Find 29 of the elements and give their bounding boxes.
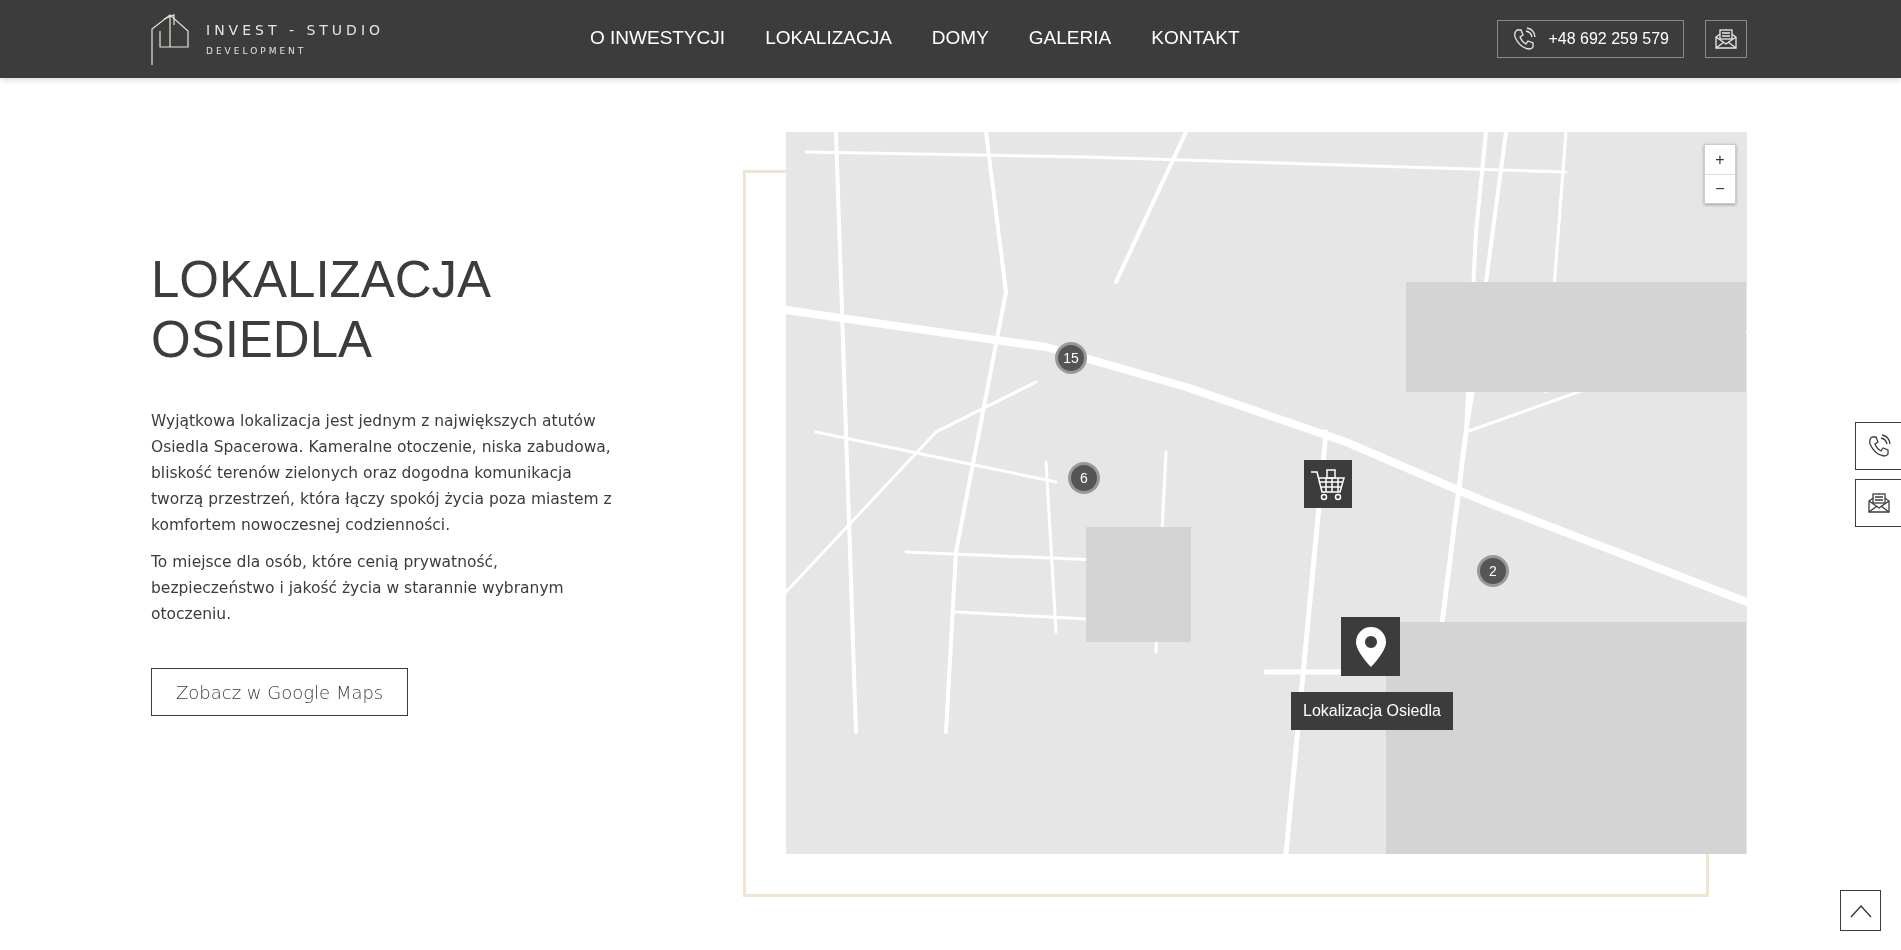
nav-link[interactable]: DOMY — [931, 27, 989, 51]
mail-button[interactable] — [1705, 20, 1747, 58]
phone-button[interactable]: +48 692 259 579 — [1497, 20, 1684, 58]
nav-link[interactable]: KONTAKT — [1151, 27, 1240, 51]
zoom-in-button[interactable]: + — [1705, 145, 1735, 174]
chevron-up-icon — [1848, 902, 1873, 919]
nav-link[interactable]: O INWESTYCJI — [590, 27, 726, 51]
zoom-out-button[interactable]: − — [1705, 174, 1735, 203]
house-logo-icon — [150, 13, 190, 65]
side-phone-button[interactable] — [1855, 422, 1901, 470]
body-paragraph: To miejsce dla osób, które cenią prywatność, bezpieczeństwo i jakość życia w starannie wybranym otoczeniu. — [151, 552, 565, 625]
nav-link[interactable]: GALERIA — [1028, 27, 1112, 51]
section-heading: LOKALIZACJA OSIEDLA — [151, 250, 491, 370]
google-maps-button[interactable]: Zobacz w Google Maps — [151, 668, 409, 716]
logo-title: INVEST - STUDIO — [206, 22, 385, 38]
map-tooltip: Lokalizacja Osiedla — [1291, 692, 1453, 730]
location-marker[interactable] — [1341, 617, 1400, 676]
nav-link[interactable]: LOKALIZACJA — [765, 27, 892, 51]
phone-icon — [1866, 434, 1891, 458]
logo-subtitle: DEVELOPMENT — [206, 46, 308, 56]
body-paragraph: Wyjątkowa lokalizacja jest jednym z największych atutów Osiedla Spacerowa. Kameralne otoczenie, niska zabudowa, bliskość terenów zielonych oraz dogodna komunikacja tworzą przestrzeń, która łączy spokój życia poza miastem z komfortem nowoczesnej codzienności. — [151, 411, 613, 536]
side-mail-button[interactable] — [1855, 479, 1901, 527]
map-pin-icon — [1354, 625, 1387, 668]
shop-marker[interactable] — [1304, 460, 1352, 508]
phone-icon — [1512, 27, 1537, 51]
shopping-cart-icon — [1309, 467, 1347, 501]
envelope-icon — [1714, 27, 1738, 51]
envelope-icon — [1866, 491, 1891, 515]
back-to-top-button[interactable] — [1840, 890, 1881, 931]
